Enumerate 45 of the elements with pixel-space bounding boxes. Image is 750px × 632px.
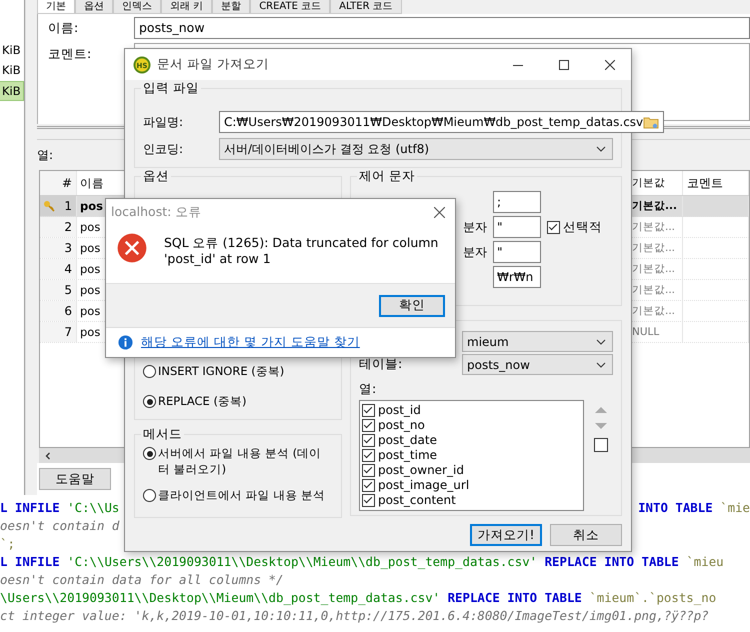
row-number: 2 (64, 220, 72, 234)
name-label: 이름: (47, 19, 80, 37)
table-label: 테이블: (359, 356, 402, 371)
group-title: 입력 파일 (141, 80, 201, 97)
table-cell: 기본값... (632, 242, 676, 254)
log-text: oesn't contain d (0, 517, 120, 535)
table-cell: 기본값... (632, 263, 676, 275)
table-cell: 기본값... (632, 305, 676, 317)
table-cell: pos (80, 199, 103, 213)
table-cell: 기본값... (632, 221, 676, 233)
log-text: L INFILE 'C:\\Users\\2019093011\\Desktop\\Mieum\\db_post_temp_datas.csv' REPLACE INTO TABLE `mieu (0, 553, 724, 571)
row-number: 5 (64, 283, 72, 297)
group-title: 옵션 (141, 168, 171, 185)
columns-label: 열: (359, 381, 378, 398)
file-label: 파일명: (143, 114, 184, 130)
error-message: SQL 오류 (1265): Data truncated for column 'post_id' at row 1 (164, 235, 440, 267)
log-text: oesn't contain data for all columns */ (0, 571, 284, 589)
group-title: 제어 문자 (357, 168, 417, 185)
table-cell: pos (80, 241, 100, 255)
log-text: L INFILE 'C:\\Us (0, 499, 120, 517)
table-cell: pos (80, 325, 100, 339)
table-cell: pos (80, 304, 100, 318)
table-cell: NULL (632, 326, 660, 338)
table-cell: pos (80, 262, 100, 276)
columns-label: 열: (37, 148, 54, 162)
window-title: 문서 파일 가져오기 (157, 56, 270, 73)
dialog-title: localhost: 오류 (111, 204, 202, 220)
log-text: INTO TABLE `mie (638, 499, 750, 517)
encoding-label: 인코딩: (143, 140, 184, 158)
row-number: 3 (64, 241, 72, 255)
field-label: 분자 (463, 245, 487, 259)
log-text: `; (0, 535, 15, 553)
comment-label: 코멘트: (47, 45, 92, 63)
table-cell: pos (80, 283, 100, 297)
field-label: 분자 (463, 220, 487, 234)
row-number: 4 (64, 262, 72, 276)
log-text: \Users\\2019093011\\Desktop\\Mieum\\db_post_temp_datas.csv' REPLACE INTO TABLE `mieum`.`posts_no (0, 589, 716, 607)
table-cell: pos (80, 220, 100, 234)
row-number: 7 (64, 325, 72, 339)
log-text: ct integer value: 'k,k,2019-10-01,10:10:11,0,http://175.201.6.4:8080/ImageTest/img01.png,?ÿ??p? (0, 607, 709, 625)
table-cell: 기본값... (632, 200, 677, 212)
table-cell: 기본값... (632, 284, 676, 296)
row-number: 6 (64, 304, 72, 318)
group-title: 메서드 (141, 426, 184, 443)
row-number: 1 (64, 199, 72, 213)
